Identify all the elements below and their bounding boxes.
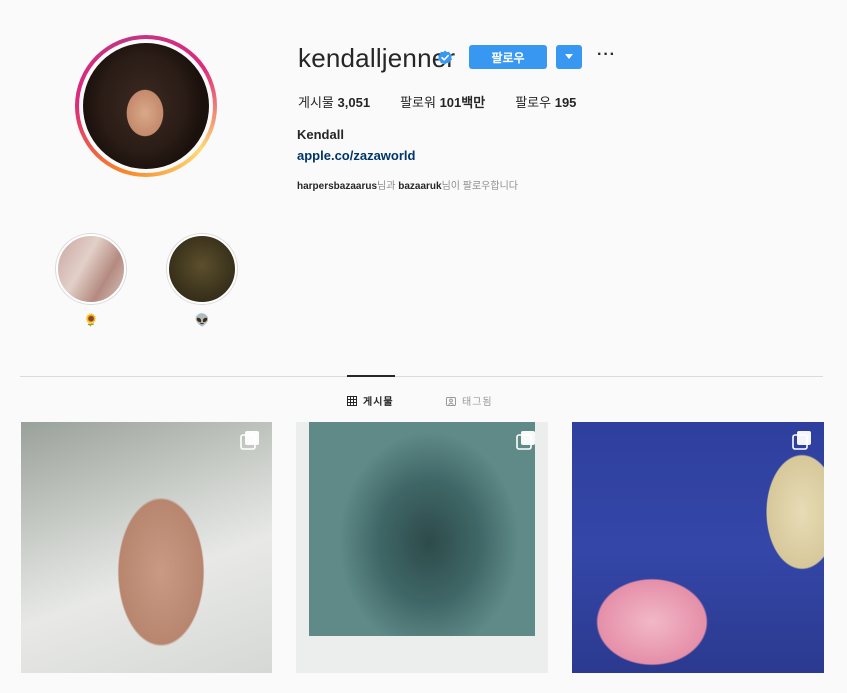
carousel-icon: [516, 431, 535, 450]
follow-button[interactable]: 팔로우: [469, 45, 547, 69]
stat-following[interactable]: 팔로우 195: [515, 92, 576, 111]
active-tab-indicator: [347, 375, 395, 377]
followed-by-suffix: 님이 팔로우합니다: [441, 181, 518, 192]
post-tile[interactable]: [296, 422, 548, 673]
highlight-ring: [166, 233, 238, 305]
more-options-icon[interactable]: ···: [597, 46, 616, 64]
highlight-label: 👽: [194, 313, 210, 327]
follower-user-1[interactable]: harpersbazaarus: [297, 181, 377, 192]
highlight-ring: [55, 233, 127, 305]
highlight-cover: [167, 234, 237, 304]
tab-label: 게시물: [363, 397, 394, 408]
stat-posts: 게시물 3,051: [298, 92, 370, 111]
suggestions-dropdown-button[interactable]: [556, 45, 582, 69]
tabs-divider: [20, 376, 823, 377]
post-tile[interactable]: [572, 422, 824, 673]
followed-by-joiner: 님과: [377, 181, 396, 192]
follower-user-2[interactable]: bazaaruk: [398, 181, 441, 192]
profile-avatar-ring[interactable]: [75, 35, 217, 177]
caret-down-icon: [565, 54, 573, 59]
highlight-cover: [56, 234, 126, 304]
highlight-label: 🌻: [83, 313, 99, 327]
stat-value: 195: [554, 95, 577, 110]
tag-icon: [446, 396, 456, 406]
avatar-gap: [79, 39, 213, 173]
profile-stats: 게시물 3,051 팔로워 101백만 팔로우 195: [298, 92, 606, 111]
stat-followers[interactable]: 팔로워 101백만: [400, 92, 485, 111]
tab-tagged[interactable]: 태그됨: [446, 393, 493, 408]
website-link[interactable]: apple.co/zazaworld: [297, 148, 415, 163]
tab-label: 태그됨: [462, 397, 493, 408]
full-name: Kendall: [297, 127, 344, 142]
carousel-icon: [240, 431, 259, 450]
avatar: [83, 43, 209, 169]
stat-value: 3,051: [337, 95, 371, 110]
verified-badge-icon: [438, 50, 452, 65]
stat-label: 팔로워: [400, 95, 436, 110]
carousel-icon: [792, 431, 811, 450]
followed-by-text[interactable]: harpersbazaarus님과 bazaaruk님이 팔로우합니다: [297, 177, 518, 192]
grid-icon: [347, 395, 357, 406]
story-highlight[interactable]: 🌻: [55, 233, 127, 327]
post-image: [309, 422, 535, 636]
stat-label: 게시물: [298, 95, 334, 110]
post-tile[interactable]: [21, 422, 272, 673]
stat-label: 팔로우: [515, 95, 552, 110]
story-highlight[interactable]: 👽: [166, 233, 238, 327]
stat-value: 101백만: [439, 95, 486, 110]
username: kendalljenner: [298, 43, 456, 73]
tab-posts[interactable]: 게시물: [347, 393, 394, 408]
